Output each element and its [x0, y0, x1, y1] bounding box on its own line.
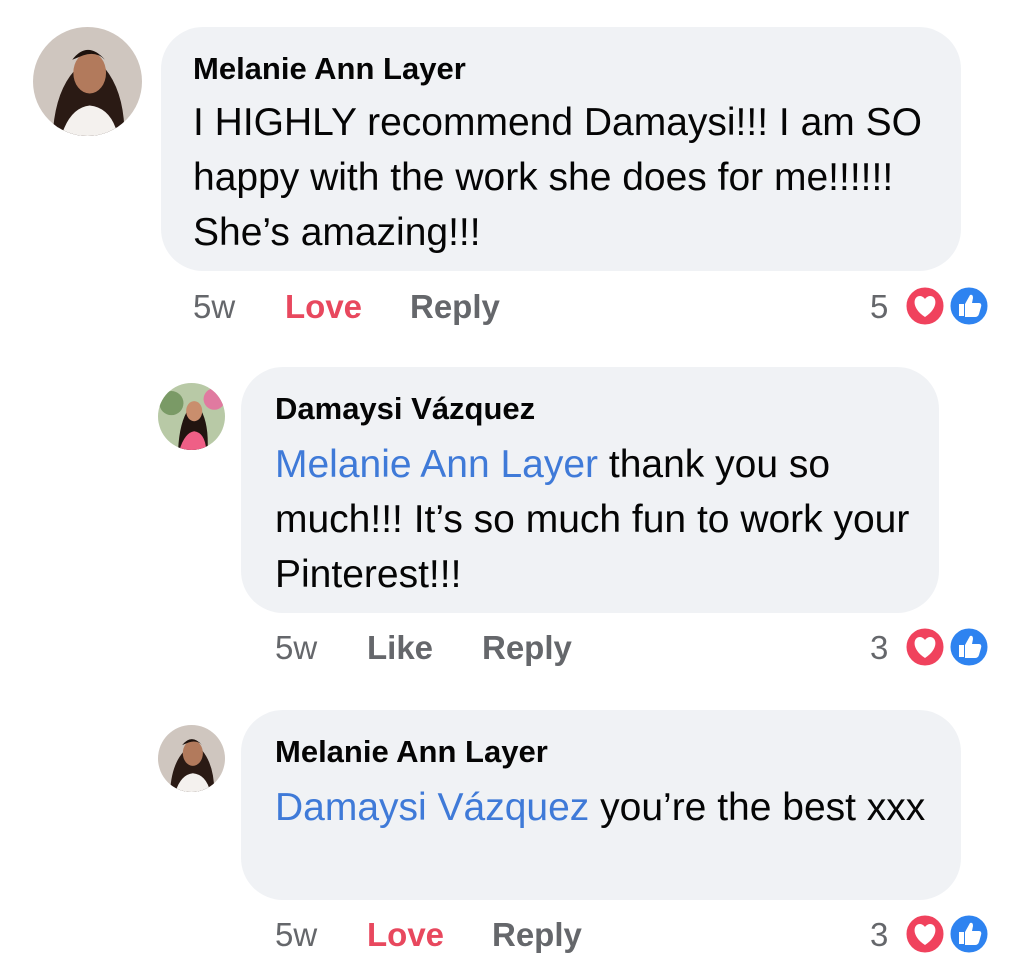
comment-bubble: Damaysi Vázquez Melanie Ann Layer thank …	[241, 367, 939, 613]
heart-icon	[903, 284, 947, 328]
comment-timestamp[interactable]: 5w	[275, 915, 317, 955]
like-icon	[947, 625, 991, 669]
reaction-icons[interactable]	[901, 912, 991, 956]
reply-button[interactable]: Reply	[482, 628, 572, 668]
reply-button[interactable]: Reply	[492, 915, 582, 955]
like-icon	[947, 284, 991, 328]
love-action-button[interactable]: Love	[285, 287, 362, 327]
comment-body: I HIGHLY recommend Damaysi!!! I am SO ha…	[193, 101, 922, 254]
comment-body: you’re the best xxx	[589, 786, 926, 829]
heart-icon	[903, 912, 947, 956]
comment-author[interactable]: Damaysi Vázquez	[275, 389, 919, 429]
reaction-icons[interactable]	[901, 284, 991, 328]
comment-mention[interactable]: Damaysi Vázquez	[275, 786, 589, 829]
comment-text: I HIGHLY recommend Damaysi!!! I am SO ha…	[193, 95, 937, 260]
reaction-count[interactable]: 3	[870, 915, 888, 955]
reply-button[interactable]: Reply	[410, 287, 500, 327]
comment-timestamp[interactable]: 5w	[275, 628, 317, 668]
reaction-count[interactable]: 3	[870, 628, 888, 668]
avatar[interactable]	[158, 725, 225, 792]
comment-bubble: Melanie Ann Layer I HIGHLY recommend Dam…	[161, 27, 961, 271]
comment-text: Damaysi Vázquez you’re the best xxx	[275, 780, 941, 835]
reaction-count[interactable]: 5	[870, 287, 888, 327]
heart-icon	[903, 625, 947, 669]
like-icon	[947, 912, 991, 956]
reaction-icons[interactable]	[901, 625, 991, 669]
comment-author[interactable]: Melanie Ann Layer	[193, 49, 937, 89]
comment-bubble: Melanie Ann Layer Damaysi Vázquez you’re…	[241, 710, 961, 900]
like-action-button[interactable]: Like	[367, 628, 433, 668]
avatar[interactable]	[158, 383, 225, 450]
comment-text: Melanie Ann Layer thank you so much!!! I…	[275, 437, 919, 602]
comment-mention[interactable]: Melanie Ann Layer	[275, 443, 598, 486]
love-action-button[interactable]: Love	[367, 915, 444, 955]
comment-author[interactable]: Melanie Ann Layer	[275, 732, 941, 772]
avatar[interactable]	[33, 27, 142, 136]
comment-timestamp[interactable]: 5w	[193, 287, 235, 327]
